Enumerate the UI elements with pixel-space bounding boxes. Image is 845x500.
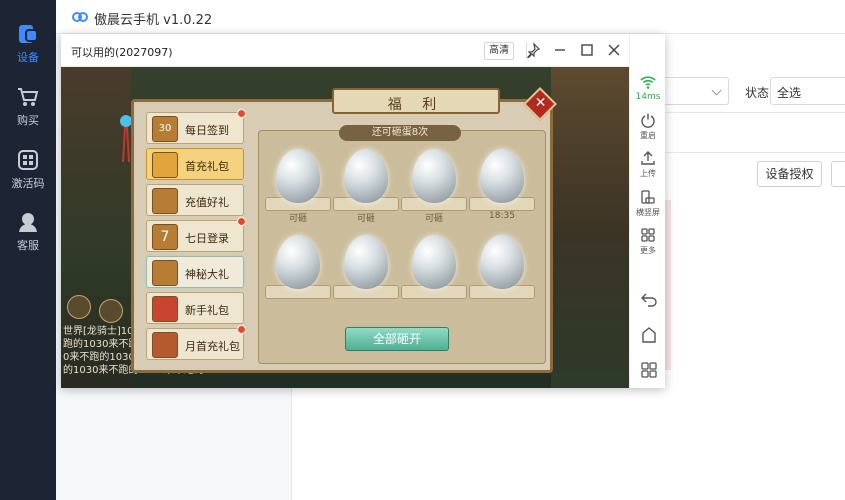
state-filter-label: 状态: [745, 86, 770, 100]
notification-dot: [237, 325, 246, 334]
maximize-icon[interactable]: [579, 42, 595, 58]
egg-8[interactable]: [480, 235, 524, 289]
window-titlebar: 可以用的(2027097) 高清: [61, 34, 665, 67]
device-icon: [19, 25, 38, 43]
menu-label: 充值好礼: [185, 196, 229, 209]
divider: [665, 112, 845, 113]
panel-title-plate: 福 利: [332, 88, 500, 114]
egg-4[interactable]: [480, 149, 524, 203]
egg-5[interactable]: [276, 235, 320, 289]
open-all-button[interactable]: 全部砸开: [345, 327, 449, 351]
left-sidebar: 设备 购买 激活码 客服: [0, 0, 56, 500]
nav-label-activation-code: 激活码: [11, 177, 45, 190]
game-avatar-icon[interactable]: [67, 295, 91, 319]
rotate-icon: [641, 190, 655, 204]
state-filter-select[interactable]: 全选: [770, 77, 845, 105]
tool-label: 更多: [640, 246, 656, 255]
close-icon: ✕: [534, 95, 547, 112]
tool-upload[interactable]: 上传: [630, 150, 666, 179]
gift-box-icon: [152, 296, 178, 322]
cloud-phone-window: 可以用的(2027097) 高清 世界[龙骑士]10 跑的1030来不跑 0来不…: [61, 34, 665, 388]
egg-status: 可砸: [424, 214, 443, 224]
remaining-count: 还可砸蛋8次: [339, 125, 461, 141]
wifi-icon: [640, 76, 656, 89]
phone-side-toolbar: 14ms 重启 上传 横竖屏 更多: [629, 34, 665, 388]
calendar-icon: 30: [152, 116, 178, 142]
egg-status: 可砸: [288, 214, 307, 224]
egg-status: 可砸: [356, 214, 375, 224]
pin-icon[interactable]: [525, 42, 541, 58]
tool-restart[interactable]: 重启: [630, 112, 666, 141]
nav-item-support[interactable]: 客服: [0, 210, 56, 253]
extra-action-button[interactable]: [831, 161, 845, 187]
chest-icon: [152, 260, 178, 286]
divider: [665, 152, 845, 153]
gold-bag-icon: [152, 332, 178, 358]
menu-label: 每日签到: [185, 124, 229, 137]
nav-label-support: 客服: [17, 239, 39, 252]
notification-dot: [237, 217, 246, 226]
menu-label: 首充礼包: [185, 160, 229, 173]
egg-3[interactable]: [412, 149, 456, 203]
tool-label: 上传: [640, 169, 656, 178]
device-auth-button[interactable]: 设备授权: [757, 161, 822, 187]
menu-mystery-gift[interactable]: 神秘大礼: [146, 256, 244, 288]
recent-apps-icon[interactable]: [640, 361, 658, 379]
egg-smash-area: 还可砸蛋8次 可砸 可砸 可砸 18:35 全部砸开: [258, 125, 546, 364]
phone-screen[interactable]: 世界[龙骑士]10 跑的1030来不跑 0来不跑的1030 的1030来不跑的1…: [61, 67, 629, 388]
grid-code-icon: [18, 150, 38, 170]
nav-item-device[interactable]: 设备: [0, 22, 56, 65]
close-icon[interactable]: [606, 42, 622, 58]
menu-label: 新手礼包: [185, 304, 229, 317]
panel-title: 福 利: [387, 97, 445, 113]
app-title: 傲晨云手机 v1.0.22: [94, 13, 213, 28]
gold-bag-icon: [152, 152, 178, 178]
nav-item-buy[interactable]: 购买: [0, 85, 56, 128]
home-icon[interactable]: [640, 326, 658, 344]
minimize-icon[interactable]: [552, 42, 568, 58]
tool-rotate[interactable]: 横竖屏: [630, 189, 666, 218]
welfare-panel: 福 利 ✕ 30 每日签到 首充礼包 充值好礼 7 七日登录 神秘大礼 新手礼包…: [131, 87, 557, 373]
notification-dot: [237, 109, 246, 118]
nav-label-buy: 购买: [17, 114, 39, 127]
signal-indicator: 14ms: [630, 74, 666, 102]
row-highlight: [665, 200, 671, 370]
back-icon[interactable]: [640, 290, 658, 308]
treasure-chest-icon: [152, 188, 178, 214]
menu-label: 七日登录: [185, 232, 229, 245]
tool-label: 横竖屏: [636, 208, 660, 217]
more-grid-icon: [641, 228, 655, 242]
menu-recharge-gift[interactable]: 充值好礼: [146, 184, 244, 216]
latency-value: 14ms: [635, 92, 661, 102]
nav-item-activation-code[interactable]: 激活码: [0, 148, 56, 191]
group-select[interactable]: [665, 77, 729, 105]
window-title: 可以用的(2027097): [71, 46, 173, 59]
calendar-seven-icon: 7: [152, 224, 178, 250]
menu-monthly-recharge[interactable]: 月首充礼包: [146, 325, 246, 360]
egg-7[interactable]: [412, 235, 456, 289]
menu-seven-day-login[interactable]: 7 七日登录: [146, 217, 246, 252]
egg-1[interactable]: [276, 149, 320, 203]
egg-6[interactable]: [344, 235, 388, 289]
upload-icon: [641, 151, 655, 165]
cart-icon: [18, 88, 39, 106]
menu-newbie-gift[interactable]: 新手礼包: [146, 292, 244, 324]
game-background-right: [551, 67, 629, 388]
egg-status: 18:35: [489, 211, 515, 221]
power-icon: [641, 113, 655, 128]
menu-label: 神秘大礼: [185, 268, 229, 281]
menu-first-recharge[interactable]: 首充礼包: [146, 148, 244, 180]
tool-label: 重启: [640, 131, 656, 140]
app-logo-icon: [72, 12, 88, 22]
chevron-down-icon: [711, 85, 722, 96]
app-titlebar: 傲晨云手机 v1.0.22: [56, 0, 845, 34]
support-icon: [19, 213, 37, 232]
tool-more[interactable]: 更多: [630, 227, 666, 256]
menu-daily-signin[interactable]: 30 每日签到: [146, 109, 246, 144]
nav-label-device: 设备: [17, 51, 39, 64]
egg-2[interactable]: [344, 149, 388, 203]
menu-label: 月首充礼包: [185, 340, 240, 353]
chat-bubble-icon[interactable]: [99, 299, 123, 323]
quality-button[interactable]: 高清: [484, 42, 514, 60]
